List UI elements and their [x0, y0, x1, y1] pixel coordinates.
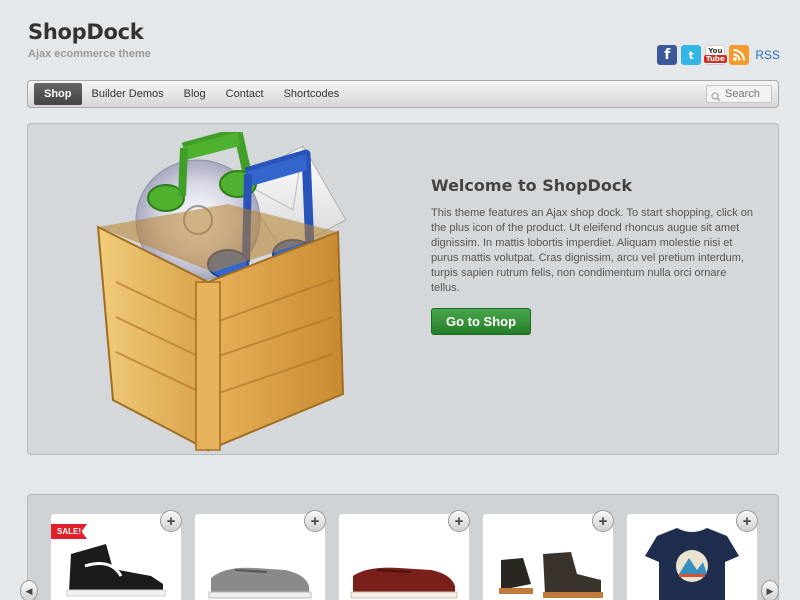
- youtube-glyph-top: You: [708, 47, 723, 55]
- search-input[interactable]: [725, 88, 769, 100]
- add-to-cart-icon[interactable]: +: [736, 510, 758, 532]
- go-to-shop-button[interactable]: Go to Shop: [431, 308, 532, 335]
- facebook-glyph: f: [664, 47, 671, 63]
- rss-link[interactable]: RSS: [755, 48, 780, 62]
- social-links: f t You Tube RSS: [657, 45, 780, 65]
- search-icon: [711, 89, 721, 102]
- site-title[interactable]: ShopDock: [28, 20, 144, 44]
- carousel-next-button[interactable]: ▶: [761, 580, 779, 600]
- sale-badge: SALE!: [51, 524, 87, 539]
- add-to-cart-icon[interactable]: +: [592, 510, 614, 532]
- nav-item-contact[interactable]: Contact: [216, 83, 274, 105]
- product-carousel: SALE! + + + + + ◀ ▶: [20, 494, 779, 600]
- shop-crate-illustration: [88, 127, 388, 452]
- hero-title: Welcome to ShopDock: [431, 176, 632, 195]
- facebook-icon[interactable]: f: [657, 45, 678, 65]
- add-to-cart-icon[interactable]: +: [304, 510, 326, 532]
- twitter-icon[interactable]: t: [681, 45, 702, 65]
- twitter-glyph: t: [688, 48, 694, 62]
- nav-item-shortcodes[interactable]: Shortcodes: [274, 83, 350, 105]
- add-to-cart-icon[interactable]: +: [448, 510, 470, 532]
- carousel-prev-button[interactable]: ◀: [20, 580, 38, 600]
- hero-banner: Welcome to ShopDock This theme features …: [27, 123, 779, 455]
- youtube-glyph-bottom: Tube: [703, 55, 727, 63]
- nav-item-builder-demos[interactable]: Builder Demos: [82, 83, 174, 105]
- nav-item-shop[interactable]: Shop: [34, 83, 82, 105]
- main-nav: Shop Builder Demos Blog Contact Shortcod…: [27, 80, 779, 108]
- add-to-cart-icon[interactable]: +: [160, 510, 182, 532]
- search-box: [706, 85, 772, 103]
- nav-item-blog[interactable]: Blog: [174, 83, 216, 105]
- site-tagline: Ajax ecommerce theme: [28, 48, 151, 60]
- rss-icon[interactable]: [729, 45, 750, 65]
- hero-description: This theme features an Ajax shop dock. T…: [431, 207, 754, 294]
- youtube-icon[interactable]: You Tube: [703, 45, 727, 65]
